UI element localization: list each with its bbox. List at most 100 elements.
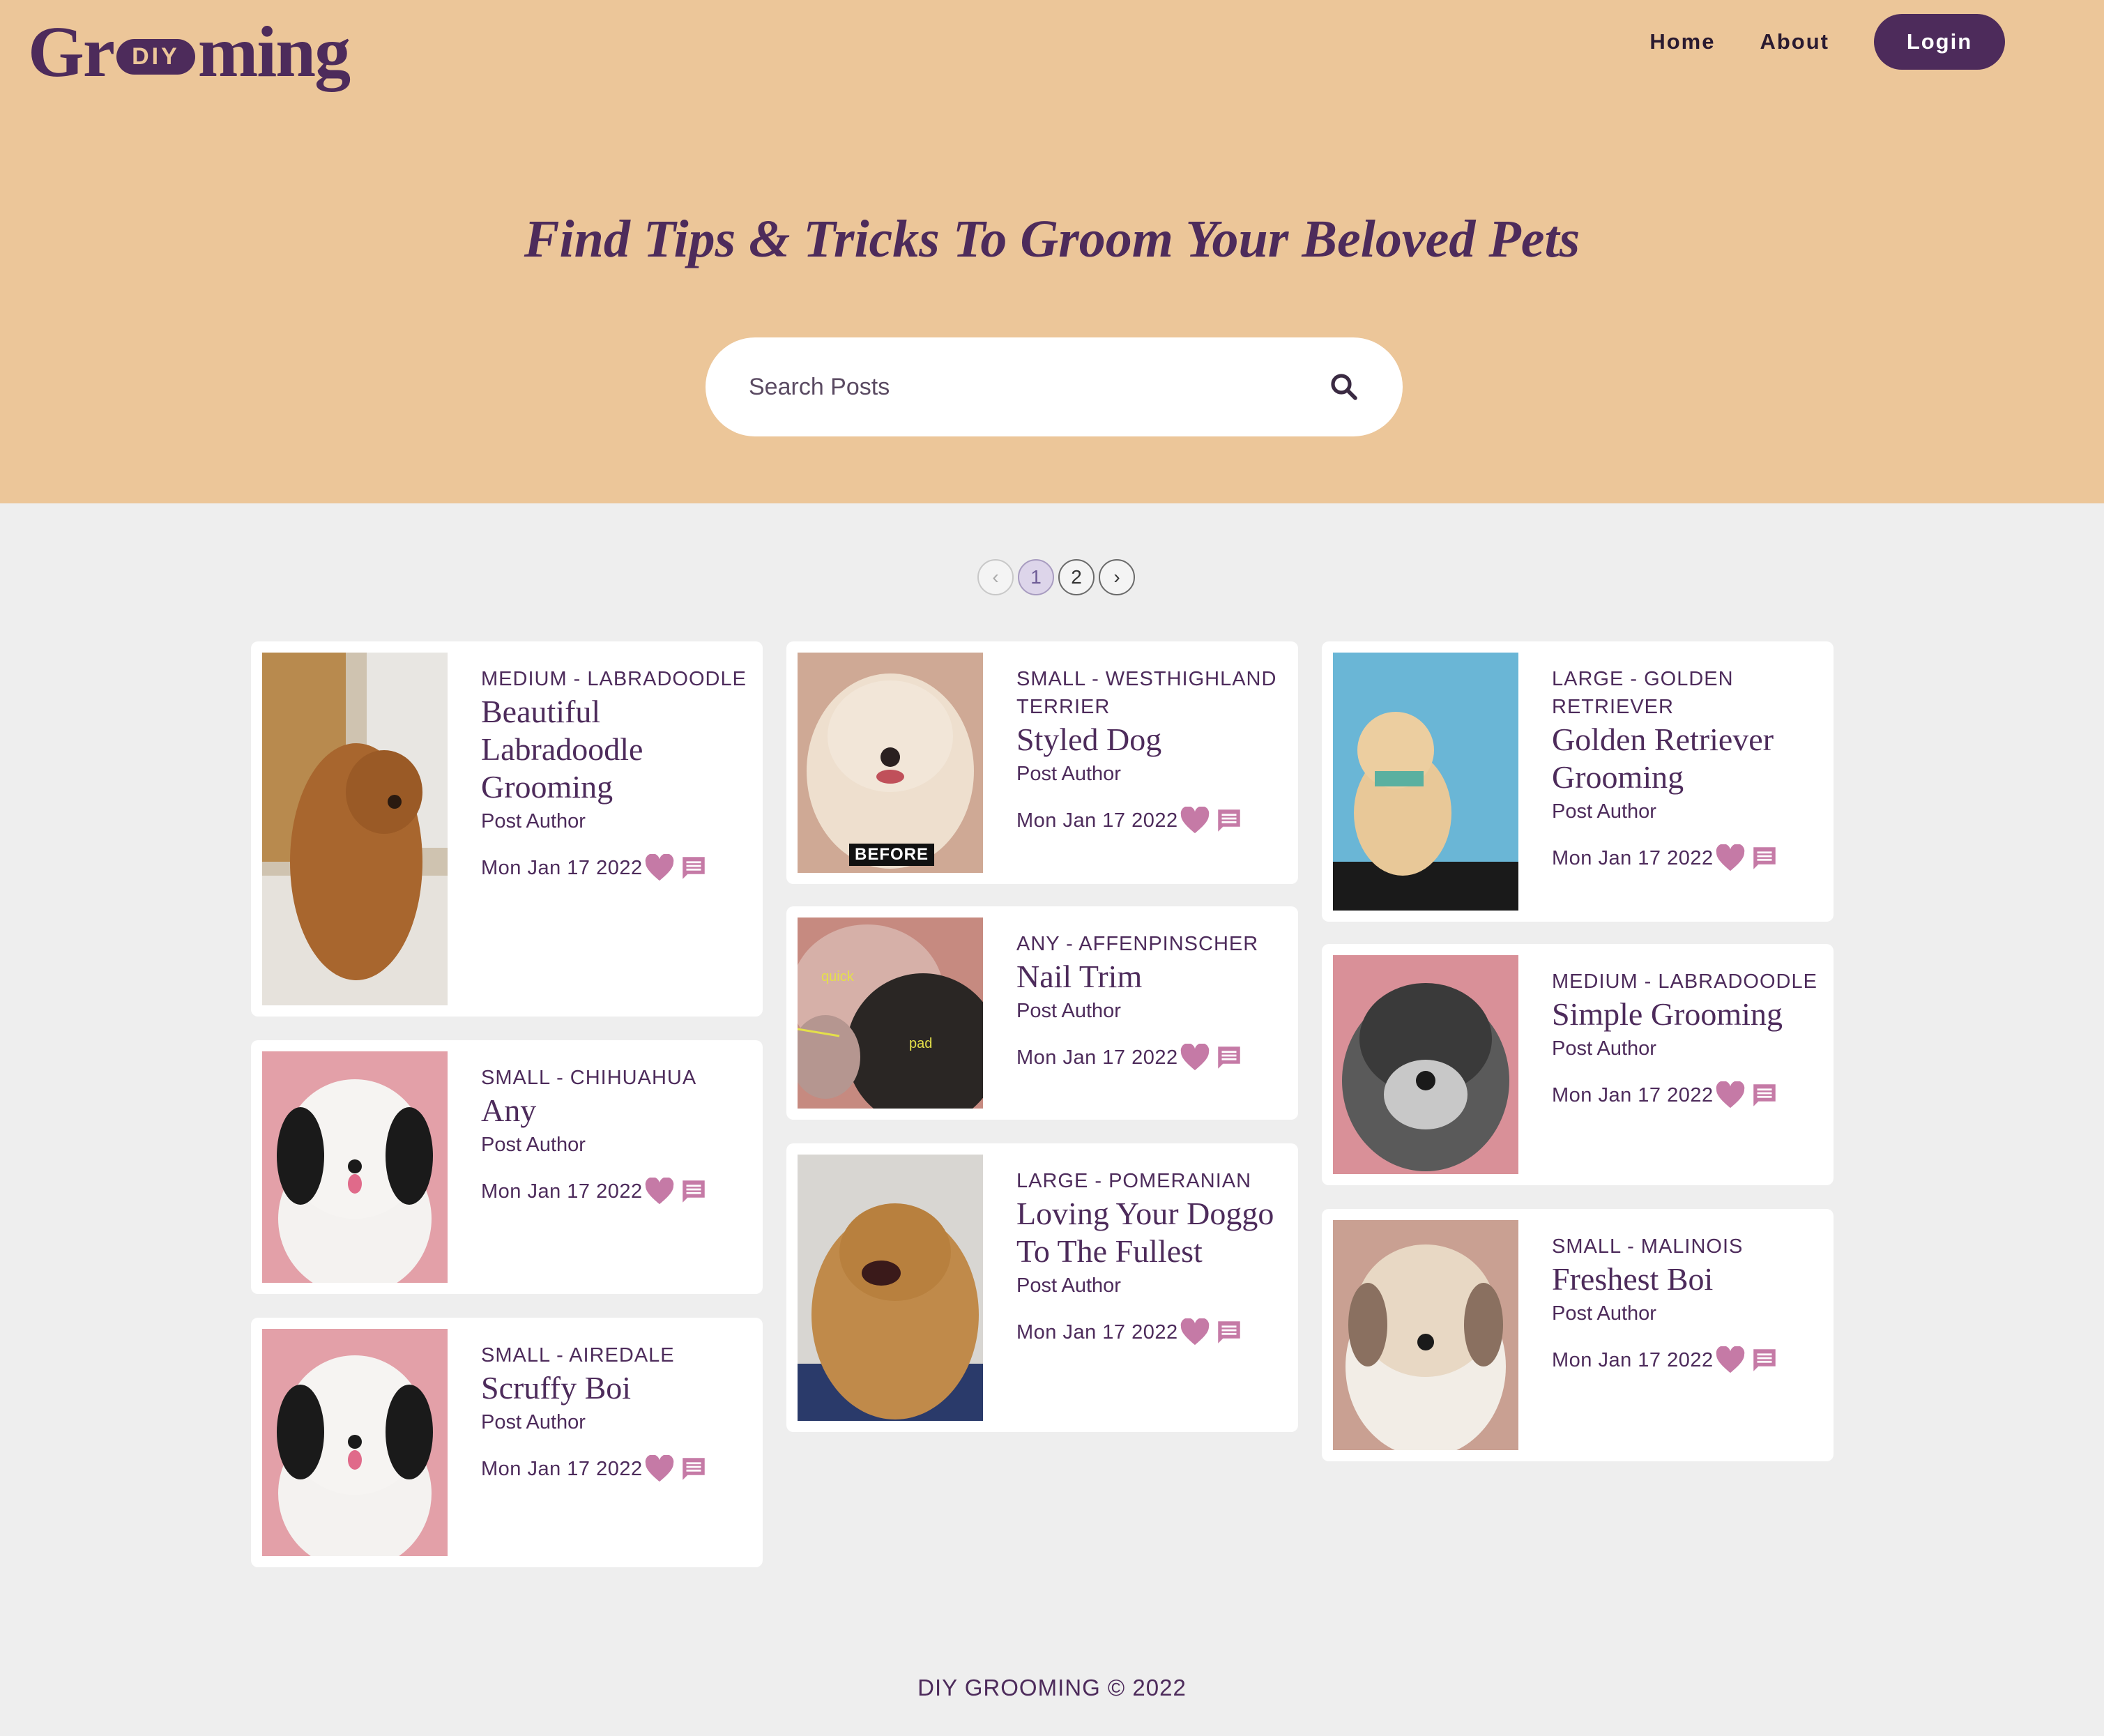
post-image-labradoodle[interactable] <box>262 653 448 1005</box>
post-category: SMALL - MALINOIS <box>1552 1235 1744 1258</box>
post-date: Mon Jan 17 2022 <box>481 1180 643 1203</box>
post-meta: Mon Jan 17 2022 <box>481 1454 753 1484</box>
post-image-chihuahua[interactable] <box>262 1051 448 1283</box>
post-title[interactable]: Simple Grooming <box>1552 996 1824 1033</box>
pagination: ‹ 1 2 › <box>977 559 1135 595</box>
post-title[interactable]: Scruffy Boi <box>481 1369 753 1407</box>
heart-icon[interactable] <box>644 854 675 882</box>
post-card[interactable]: LARGE - POMERANIAN Loving Your Doggo To … <box>786 1143 1298 1432</box>
post-category: LARGE - POMERANIAN <box>1016 1170 1252 1192</box>
post-date: Mon Jan 17 2022 <box>481 856 643 879</box>
post-image-simple-grooming[interactable] <box>1333 955 1518 1174</box>
post-title[interactable]: Freshest Boi <box>1552 1261 1824 1298</box>
post-meta: Mon Jan 17 2022 <box>1552 844 1824 873</box>
search-icon[interactable] <box>1327 370 1361 404</box>
next-page-button[interactable]: › <box>1099 559 1135 595</box>
post-card[interactable]: SMALL - MALINOIS Freshest Boi Post Autho… <box>1322 1209 1834 1461</box>
comment-icon[interactable] <box>1214 806 1244 835</box>
post-title[interactable]: Golden Retriever Grooming <box>1552 721 1824 796</box>
comment-icon[interactable] <box>1214 1318 1244 1347</box>
footer-copyright: DIY GROOMING © 2022 <box>917 1675 1187 1700</box>
post-date: Mon Jan 17 2022 <box>1016 1320 1178 1343</box>
page-button-1[interactable]: 1 <box>1018 559 1054 595</box>
post-image-paw[interactable]: quick pad <box>798 918 983 1109</box>
post-category: ANY - AFFENPINSCHER <box>1016 933 1259 955</box>
post-card-body: LARGE - POMERANIAN Loving Your Doggo To … <box>1016 1167 1288 1347</box>
quick-label: quick <box>821 969 854 984</box>
comment-icon[interactable] <box>679 853 708 883</box>
post-card-body: SMALL - WESTHIGHLAND TERRIER Styled Dog … <box>1016 665 1288 835</box>
post-author: Post Author <box>481 1411 586 1433</box>
post-meta: Mon Jan 17 2022 <box>481 853 753 883</box>
heart-icon[interactable] <box>1180 1044 1210 1072</box>
post-date: Mon Jan 17 2022 <box>1552 1083 1714 1106</box>
post-date: Mon Jan 17 2022 <box>1016 809 1178 832</box>
post-card[interactable]: LARGE - GOLDEN RETRIEVER Golden Retrieve… <box>1322 641 1834 922</box>
comment-icon[interactable] <box>1750 1346 1779 1375</box>
heart-icon[interactable] <box>1715 1346 1746 1374</box>
post-title[interactable]: Any <box>481 1092 753 1129</box>
logo[interactable]: Gr DIY ming <box>28 10 351 93</box>
comment-icon[interactable] <box>679 1177 708 1206</box>
comment-icon[interactable] <box>679 1454 708 1484</box>
post-meta: Mon Jan 17 2022 <box>1016 1318 1288 1347</box>
post-image-golden-retriever[interactable] <box>1333 653 1518 911</box>
prev-page-button[interactable]: ‹ <box>977 559 1014 595</box>
post-card-body: SMALL - AIREDALE Scruffy Boi Post Author… <box>481 1341 753 1484</box>
main-nav: Home About Login <box>1649 14 2005 70</box>
post-meta: Mon Jan 17 2022 <box>481 1177 753 1206</box>
post-card[interactable]: quick pad ANY - AFFENPINSCHER Nail Trim … <box>786 906 1298 1120</box>
nav-about-link[interactable]: About <box>1760 29 1829 54</box>
heart-icon[interactable] <box>1715 1081 1746 1109</box>
post-card-body: LARGE - GOLDEN RETRIEVER Golden Retrieve… <box>1552 665 1824 873</box>
post-image-airedale[interactable] <box>262 1329 448 1556</box>
post-meta: Mon Jan 17 2022 <box>1552 1346 1824 1375</box>
post-card-body: ANY - AFFENPINSCHER Nail Trim Post Autho… <box>1016 930 1288 1072</box>
heart-icon[interactable] <box>1180 807 1210 835</box>
post-card-body: MEDIUM - LABRADOODLE Beautiful Labradood… <box>481 665 753 883</box>
post-category: MEDIUM - LABRADOODLE <box>1552 970 1817 993</box>
post-card[interactable]: MEDIUM - LABRADOODLE Simple Grooming Pos… <box>1322 944 1834 1185</box>
post-title[interactable]: Styled Dog <box>1016 721 1288 759</box>
comment-icon[interactable] <box>1214 1043 1244 1072</box>
post-category: MEDIUM - LABRADOODLE <box>481 668 747 690</box>
post-meta: Mon Jan 17 2022 <box>1016 1043 1288 1072</box>
post-card-body: MEDIUM - LABRADOODLE Simple Grooming Pos… <box>1552 968 1824 1110</box>
comment-icon[interactable] <box>1750 844 1779 873</box>
post-category: SMALL - WESTHIGHLAND TERRIER <box>1016 668 1277 718</box>
heart-icon[interactable] <box>1180 1318 1210 1346</box>
heart-icon[interactable] <box>644 1178 675 1205</box>
post-card-body: SMALL - MALINOIS Freshest Boi Post Autho… <box>1552 1233 1824 1375</box>
search-input[interactable] <box>749 373 1327 401</box>
post-image-westie[interactable]: BEFORE <box>798 653 983 873</box>
post-card[interactable]: SMALL - AIREDALE Scruffy Boi Post Author… <box>251 1318 763 1567</box>
post-card[interactable]: BEFORE SMALL - WESTHIGHLAND TERRIER Styl… <box>786 641 1298 884</box>
post-title[interactable]: Loving Your Doggo To The Fullest <box>1016 1195 1288 1270</box>
post-meta: Mon Jan 17 2022 <box>1016 806 1288 835</box>
post-image-malinois[interactable] <box>1333 1220 1518 1450</box>
post-category: LARGE - GOLDEN RETRIEVER <box>1552 668 1734 718</box>
page-button-2[interactable]: 2 <box>1058 559 1095 595</box>
post-author: Post Author <box>481 810 586 832</box>
post-author: Post Author <box>1552 1302 1656 1325</box>
logo-text-left: Gr <box>28 11 115 92</box>
post-meta: Mon Jan 17 2022 <box>1552 1081 1824 1110</box>
post-image-pomeranian[interactable] <box>798 1155 983 1421</box>
post-title[interactable]: Beautiful Labradoodle Grooming <box>481 693 753 806</box>
nav-home-link[interactable]: Home <box>1649 29 1715 54</box>
post-date: Mon Jan 17 2022 <box>1552 846 1714 869</box>
post-card[interactable]: MEDIUM - LABRADOODLE Beautiful Labradood… <box>251 641 763 1017</box>
post-card[interactable]: SMALL - CHIHUAHUA Any Post Author Mon Ja… <box>251 1040 763 1294</box>
post-author: Post Author <box>1552 800 1656 823</box>
logo-text-right: ming <box>197 11 351 92</box>
post-author: Post Author <box>1016 763 1121 785</box>
comment-icon[interactable] <box>1750 1081 1779 1110</box>
heart-icon[interactable] <box>644 1455 675 1483</box>
heart-icon[interactable] <box>1715 844 1746 872</box>
search-bar <box>706 337 1403 436</box>
post-category: SMALL - CHIHUAHUA <box>481 1067 697 1089</box>
post-title[interactable]: Nail Trim <box>1016 958 1288 996</box>
login-button[interactable]: Login <box>1874 14 2005 70</box>
post-author: Post Author <box>1552 1037 1656 1060</box>
pad-label: pad <box>909 1036 933 1051</box>
